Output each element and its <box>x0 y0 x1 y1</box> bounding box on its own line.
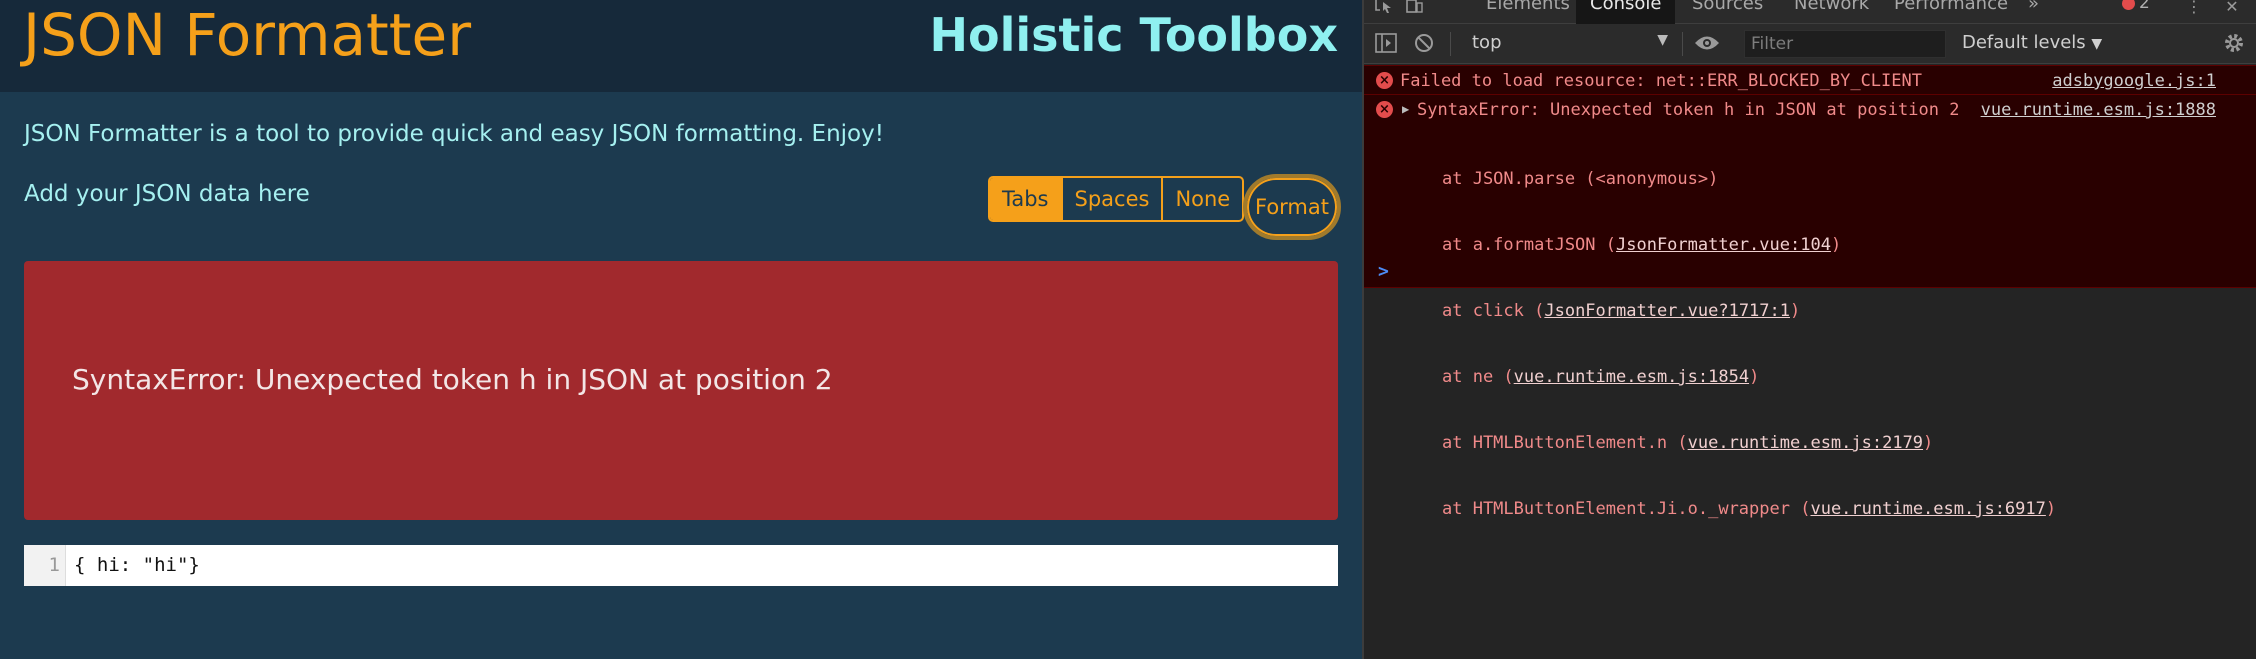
tab-elements[interactable]: Elements <box>1486 0 1570 14</box>
frame-text: at HTMLButtonElement.Ji.o._wrapper ( <box>1442 499 1811 519</box>
context-value: top <box>1472 32 1502 53</box>
stack-frame: at click (JsonFormatter.vue?1717:1) <box>1442 300 2056 322</box>
frame-source-link[interactable]: JsonFormatter.vue:104 <box>1616 235 1831 255</box>
message-source-link[interactable]: adsbygoogle.js:1 <box>2052 71 2216 91</box>
indent-none-button[interactable]: None <box>1163 178 1242 220</box>
gear-icon[interactable] <box>2222 32 2246 54</box>
header: JSON Formatter Holistic Toolbox <box>0 0 1362 92</box>
log-levels-select[interactable]: Default levels ▼ <box>1962 32 2102 53</box>
inspect-element-icon[interactable] <box>1372 0 1396 22</box>
tab-sources[interactable]: Sources <box>1692 0 1763 14</box>
console-output: × Failed to load resource: net::ERR_BLOC… <box>1364 65 2256 519</box>
device-toolbar-icon[interactable] <box>1402 0 1426 22</box>
caret-down-icon: ▼ <box>2091 36 2103 52</box>
frame-text: ) <box>1790 301 1801 321</box>
tab-performance[interactable]: Performance <box>1894 0 2008 14</box>
indent-spaces-button[interactable]: Spaces <box>1063 178 1164 220</box>
error-count: 2 <box>2139 0 2150 13</box>
error-panel: SyntaxError: Unexpected token h in JSON … <box>24 261 1338 520</box>
context-select[interactable]: top ▼ <box>1472 32 1668 56</box>
toolbar-divider <box>1450 32 1451 56</box>
frame-source-link[interactable]: vue.runtime.esm.js:6917 <box>1810 499 2045 519</box>
close-icon[interactable]: ✕ <box>2220 0 2244 22</box>
json-formatter-app: JSON Formatter Holistic Toolbox JSON For… <box>0 0 1362 659</box>
error-count-badge[interactable]: 2 <box>2122 0 2150 13</box>
sidebar-toggle-icon[interactable] <box>1374 33 1398 55</box>
frame-text: ) <box>1830 235 1842 255</box>
more-tabs-icon[interactable]: » <box>2028 0 2039 14</box>
frame-text: at ne ( <box>1442 367 1514 387</box>
frame-source-link[interactable]: vue.runtime.esm.js:1854 <box>1514 367 1749 387</box>
log-levels-label: Default levels <box>1962 32 2086 53</box>
eye-icon[interactable] <box>1694 34 1719 56</box>
console-toolbar: top ▼ Filter Default levels ▼ <box>1364 24 2256 64</box>
frame-text: at click ( <box>1442 301 1545 321</box>
frame-source-link[interactable]: JsonFormatter.vue?1717:1 <box>1544 301 1790 321</box>
stack-frame: at ne (vue.runtime.esm.js:1854) <box>1442 366 2056 388</box>
devtools-panel: Elements Console Sources Network Perform… <box>1362 0 2256 659</box>
tab-network[interactable]: Network <box>1794 0 1869 14</box>
message-text[interactable]: SyntaxError: Unexpected token h in JSON … <box>1417 100 1959 120</box>
editor-content[interactable]: { hi: "hi"} <box>74 554 200 576</box>
error-message: SyntaxError: Unexpected token h in JSON … <box>72 363 833 396</box>
error-icon: × <box>1376 72 1393 89</box>
frame-text: at a.formatJSON ( <box>1442 235 1616 255</box>
intro-text: JSON Formatter is a tool to provide quic… <box>24 121 884 147</box>
line-number: 1 <box>48 554 60 576</box>
frame-text: ) <box>2045 499 2057 519</box>
devtools-tab-bar: Elements Console Sources Network Perform… <box>1364 0 2256 24</box>
tab-console[interactable]: Console <box>1576 0 1676 24</box>
frame-source-link[interactable]: vue.runtime.esm.js:2179 <box>1688 433 1923 453</box>
console-prompt[interactable]: > <box>1378 261 1389 282</box>
page-title: JSON Formatter <box>23 1 472 69</box>
message-source-link[interactable]: vue.runtime.esm.js:1888 <box>1981 100 2216 120</box>
frame-text: ) <box>1923 433 1934 453</box>
stack-frame: at JSON.parse (<anonymous>) <box>1442 168 2056 190</box>
indent-options: Tabs Spaces None <box>988 176 1245 222</box>
stack-frame: at HTMLButtonElement.Ji.o._wrapper (vue.… <box>1442 498 2056 520</box>
stack-frame: at HTMLButtonElement.n (vue.runtime.esm.… <box>1442 432 2056 454</box>
frame-text: at JSON.parse (<anonymous>) <box>1442 169 1719 189</box>
format-button[interactable]: Format <box>1243 174 1341 240</box>
kebab-menu-icon[interactable]: ⋮ <box>2182 0 2206 22</box>
json-editor[interactable]: 1 { hi: "hi"} <box>24 545 1338 586</box>
console-message: × Failed to load resource: net::ERR_BLOC… <box>1364 65 2256 95</box>
toolbar-divider <box>1682 32 1683 56</box>
console-message: × ▶ SyntaxError: Unexpected token h in J… <box>1364 95 2256 519</box>
frame-text: ) <box>1749 367 1760 387</box>
brand-logo-link[interactable]: Holistic Toolbox <box>930 6 1339 64</box>
frame-text: at HTMLButtonElement.n ( <box>1442 433 1688 453</box>
stack-frame: at a.formatJSON (JsonFormatter.vue:104) <box>1442 234 2056 256</box>
stack-trace: at JSON.parse (<anonymous>) at a.formatJ… <box>1442 124 2056 564</box>
clear-console-icon[interactable] <box>1412 33 1436 55</box>
error-icon: × <box>1376 101 1393 118</box>
editor-gutter: 1 <box>24 545 66 586</box>
message-text: Failed to load resource: net::ERR_BLOCKE… <box>1400 71 1922 91</box>
error-dot-icon <box>2122 0 2135 10</box>
caret-down-icon: ▼ <box>1657 32 1668 48</box>
indent-tabs-button[interactable]: Tabs <box>990 178 1063 220</box>
expand-triangle-icon[interactable]: ▶ <box>1402 102 1409 116</box>
input-label: Add your JSON data here <box>24 181 310 207</box>
filter-input[interactable]: Filter <box>1744 30 1946 58</box>
